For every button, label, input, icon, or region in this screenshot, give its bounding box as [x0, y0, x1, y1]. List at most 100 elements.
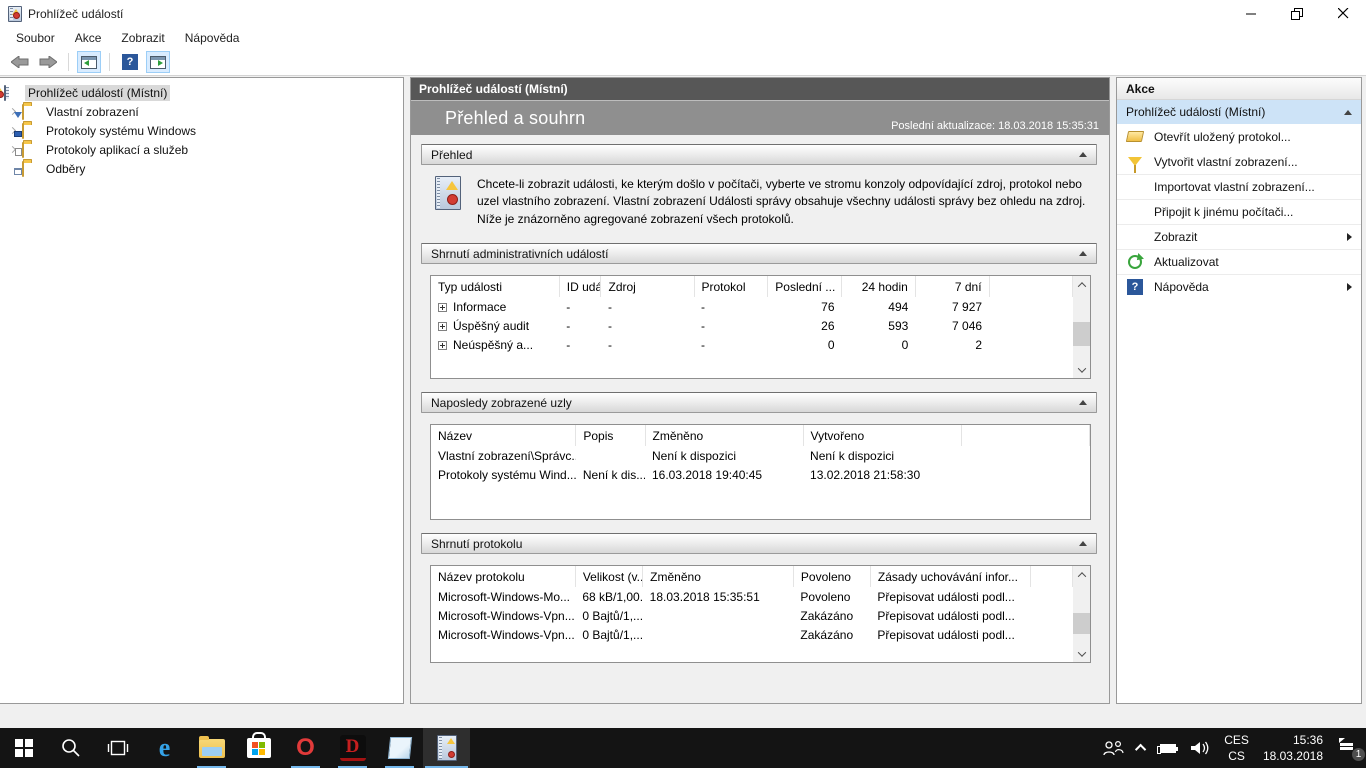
table-row[interactable]: Úspěšný audit - - -26 593 7 046	[431, 316, 1073, 335]
column-header[interactable]: Protokol	[694, 276, 769, 298]
table-row[interactable]: Protokoly systému Wind... Není k dis... 16…	[431, 465, 1090, 484]
task-view-button[interactable]	[94, 728, 141, 768]
column-header[interactable]: Povoleno	[793, 566, 871, 588]
table-row[interactable]: Microsoft-Windows-Vpn... 0 Bajtů/1,... Zak…	[431, 625, 1073, 644]
tree-item-label[interactable]: Vlastní zobrazení	[43, 104, 142, 120]
forward-button[interactable]	[36, 51, 60, 73]
column-header[interactable]: Změněno	[642, 566, 794, 588]
table-row[interactable]: Neúspěšný a... - - -0 0 2	[431, 335, 1073, 354]
overview-description: Chcete-li zobrazit události, ke kterým d…	[477, 177, 1086, 226]
show-hidden-icons-button[interactable]	[1131, 728, 1153, 768]
table-row[interactable]: Informace - - -76 494 7 927	[431, 297, 1073, 316]
action-import-custom-view[interactable]: Importovat vlastní zobrazení...	[1117, 174, 1361, 199]
scroll-down-button[interactable]	[1073, 361, 1090, 378]
collapse-arrow-icon[interactable]	[1079, 541, 1087, 547]
collapse-arrow-icon[interactable]	[1079, 152, 1087, 157]
start-button[interactable]	[0, 728, 47, 768]
back-button[interactable]	[8, 51, 32, 73]
column-header[interactable]: Typ události	[431, 276, 560, 298]
section-admin-header[interactable]: Shrnutí administrativních událostí	[421, 243, 1097, 265]
show-action-pane-button[interactable]	[146, 51, 170, 73]
taskbar-edge[interactable]: e	[141, 728, 188, 768]
vertical-scrollbar[interactable]	[1073, 276, 1090, 379]
column-header[interactable]: Název	[431, 425, 577, 447]
app-logs-folder-icon	[15, 141, 24, 158]
language-indicator[interactable]: CES CS	[1217, 728, 1256, 768]
table-row[interactable]: Microsoft-Windows-Mo... 68 kB/1,00... 18.0…	[431, 587, 1073, 606]
actions-group-header[interactable]: Prohlížeč událostí (Místní)	[1117, 100, 1361, 124]
volume-button[interactable]	[1183, 728, 1217, 768]
menu-zobrazit[interactable]: Zobrazit	[111, 28, 174, 48]
menu-soubor[interactable]: Soubor	[6, 28, 65, 48]
tree-item-windows-logs[interactable]: Protokoly systému Windows	[0, 121, 403, 140]
scroll-down-button[interactable]	[1073, 645, 1090, 662]
column-header[interactable]: 24 hodin	[841, 276, 916, 298]
menu-napoveda[interactable]: Nápověda	[175, 28, 250, 48]
action-help[interactable]: ? Nápověda	[1117, 274, 1361, 299]
tree-item-subscriptions[interactable]: Odběry	[0, 159, 403, 178]
action-open-saved-log[interactable]: Otevřít uložený protokol...	[1117, 124, 1361, 149]
collapse-arrow-icon[interactable]	[1079, 400, 1087, 406]
action-refresh[interactable]: Aktualizovat	[1117, 249, 1361, 274]
expand-icon[interactable]	[438, 340, 447, 350]
menu-akce[interactable]: Akce	[65, 28, 112, 48]
column-header[interactable]: 7 dní	[915, 276, 990, 298]
section-nodes-header[interactable]: Naposledy zobrazené uzly	[421, 392, 1097, 414]
expand-icon[interactable]	[438, 321, 447, 331]
column-header[interactable]: Změněno	[645, 425, 804, 447]
section-overview-header[interactable]: Přehled	[421, 144, 1097, 165]
tree-item-root[interactable]: Prohlížeč událostí (Místní)	[0, 83, 403, 102]
taskbar-d-app[interactable]: D	[329, 728, 376, 768]
tree-item-custom-views[interactable]: Vlastní zobrazení	[0, 102, 403, 121]
help-button[interactable]: ?	[118, 51, 142, 73]
tree-item-label[interactable]: Protokoly aplikací a služeb	[43, 142, 191, 158]
scrollbar-thumb[interactable]	[1073, 612, 1090, 634]
column-header[interactable]: Velikost (v...	[575, 566, 644, 588]
tree-item-label[interactable]: Prohlížeč událostí (Místní)	[25, 84, 171, 101]
scroll-up-button[interactable]	[1073, 276, 1090, 293]
close-button[interactable]	[1320, 0, 1366, 27]
column-header[interactable]: Poslední ...	[767, 276, 843, 298]
notification-center-button[interactable]: 1	[1330, 728, 1366, 768]
action-connect-other-computer[interactable]: Připojit k jinému počítači...	[1117, 199, 1361, 224]
column-header[interactable]	[961, 425, 1090, 447]
vertical-scrollbar[interactable]	[1073, 566, 1090, 663]
taskbar-store[interactable]	[235, 728, 282, 768]
tree-item-label[interactable]: Odběry	[43, 161, 88, 177]
column-header[interactable]: Zásady uchovávání infor...	[870, 566, 1032, 588]
table-row[interactable]: Vlastní zobrazení\Správc... Není k dispoz…	[431, 446, 1090, 465]
windows-logs-folder-icon	[14, 122, 24, 139]
expand-icon[interactable]	[438, 302, 447, 312]
collapse-arrow-icon[interactable]	[1079, 251, 1087, 257]
scrollbar-track[interactable]	[1073, 583, 1090, 645]
column-header[interactable]	[989, 276, 1074, 298]
column-header[interactable]: ID událo...	[559, 276, 602, 298]
minimize-button[interactable]	[1228, 0, 1274, 27]
column-header[interactable]: Zdroj	[600, 276, 695, 298]
taskbar-notepad[interactable]	[376, 728, 423, 768]
taskbar-opera[interactable]: O	[282, 728, 329, 768]
column-header[interactable]: Vytvořeno	[803, 425, 962, 447]
scroll-up-button[interactable]	[1073, 566, 1090, 583]
scrollbar-track[interactable]	[1073, 293, 1090, 361]
tree-item-label[interactable]: Protokoly systému Windows	[43, 123, 199, 139]
tree-item-app-logs[interactable]: Protokoly aplikací a služeb	[0, 140, 403, 159]
action-view[interactable]: Zobrazit	[1117, 224, 1361, 249]
collapse-arrow-icon[interactable]	[1344, 109, 1352, 115]
taskbar-event-viewer[interactable]	[423, 728, 470, 768]
scrollbar-thumb[interactable]	[1073, 321, 1090, 347]
action-create-custom-view[interactable]: Vytvořit vlastní zobrazení...	[1117, 149, 1361, 174]
clock[interactable]: 15:36 18.03.2018	[1256, 728, 1330, 768]
battery-button[interactable]	[1153, 728, 1183, 768]
restore-button[interactable]	[1274, 0, 1320, 27]
taskbar-file-explorer[interactable]	[188, 728, 235, 768]
column-header[interactable]: Popis	[575, 425, 646, 447]
section-log-summary: Shrnutí protokolu Název protokolu Velikos…	[421, 533, 1097, 664]
section-logs-header[interactable]: Shrnutí protokolu	[421, 533, 1097, 555]
show-console-tree-button[interactable]	[77, 51, 101, 73]
column-header[interactable]: Název protokolu	[431, 566, 576, 588]
search-button[interactable]	[47, 728, 94, 768]
table-row[interactable]: Microsoft-Windows-Vpn... 0 Bajtů/1,... Zak…	[431, 606, 1073, 625]
people-button[interactable]	[1095, 728, 1131, 768]
column-header[interactable]	[1030, 566, 1073, 588]
